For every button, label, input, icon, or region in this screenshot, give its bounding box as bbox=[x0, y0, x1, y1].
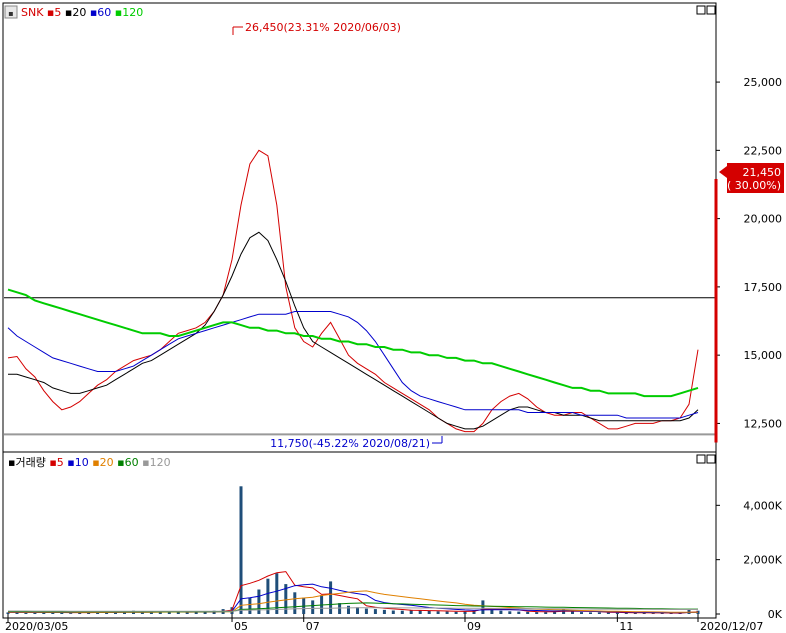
stock-chart-window: ▪ SNK ▪5 ▪20 ▪60 ▪120 ▪거래량 ▪5 ▪10 ▪20 ▪6… bbox=[0, 0, 786, 633]
volume-bar bbox=[347, 605, 350, 614]
volume-legend-text: ▪거래량 ▪5 ▪10 ▪20 ▪60 ▪120 bbox=[8, 456, 171, 469]
volume-y-tick-label: 4,000K bbox=[743, 499, 782, 512]
volume-bar bbox=[445, 611, 449, 614]
volume-bar bbox=[248, 597, 252, 614]
volume-bar bbox=[239, 486, 243, 614]
volume-panel-frame bbox=[2, 451, 717, 619]
volume-bar bbox=[60, 612, 64, 614]
volume-bar bbox=[490, 609, 494, 614]
volume-legend-item-60: ▪60 bbox=[117, 456, 142, 469]
volume-legend-item-5: ▪5 bbox=[49, 456, 67, 469]
legend-symbol: SNK bbox=[21, 6, 47, 19]
volume-y-tick-label: 2,000K bbox=[743, 554, 782, 567]
volume-bar bbox=[597, 612, 601, 614]
volume-bar bbox=[418, 610, 422, 614]
x-tick-label: 09 bbox=[467, 620, 481, 633]
price-y-tick-label: 25,000 bbox=[744, 76, 783, 89]
price-moving-averages bbox=[7, 149, 699, 433]
current-price-change: ( 30.00%) bbox=[727, 179, 781, 192]
current-price-value: 21,450 bbox=[743, 166, 782, 179]
volume-bars bbox=[6, 486, 700, 614]
price-y-tick-label: 17,500 bbox=[744, 281, 783, 294]
volume-legend-item-10: ▪10 bbox=[67, 456, 92, 469]
price-legend: ▪ SNK ▪5 ▪20 ▪60 ▪120 bbox=[4, 5, 143, 19]
volume-y-tick-label: 0K bbox=[768, 608, 783, 621]
volume-legend: ▪거래량 ▪5 ▪10 ▪20 ▪60 ▪120 bbox=[8, 456, 171, 469]
x-tick-label: 2020/12/07 bbox=[700, 620, 763, 633]
volume-bar bbox=[400, 610, 404, 614]
volume-bar bbox=[24, 612, 28, 614]
current-price-arrow-icon bbox=[719, 166, 727, 178]
price-y-tick-label: 20,000 bbox=[744, 213, 783, 226]
volume-legend-item-120: ▪120 bbox=[142, 456, 170, 469]
volume-bar bbox=[544, 612, 548, 614]
volume-bar bbox=[499, 610, 503, 614]
volume-bar bbox=[436, 611, 440, 614]
volume-bar bbox=[508, 611, 512, 614]
volume-bar bbox=[580, 612, 583, 614]
x-tick-label: 11 bbox=[619, 620, 633, 633]
reference-lines bbox=[4, 297, 716, 436]
price-ma-5-line bbox=[7, 149, 699, 433]
x-tick-label: 2020/03/05 bbox=[5, 620, 68, 633]
price-y-axis: 12,500 15,000 17,500 20,000 22,500 25,000 bbox=[714, 76, 783, 443]
high-annotation: 26,450(23.31% 2020/06/03) bbox=[232, 21, 401, 35]
volume-bar bbox=[535, 612, 539, 614]
volume-legend-label: ▪거래량 bbox=[8, 456, 49, 469]
current-price-tag: 21,450 ( 30.00%) bbox=[719, 163, 784, 193]
volume-maximize-icon[interactable] bbox=[696, 454, 706, 464]
volume-bar bbox=[185, 612, 189, 614]
volume-close-icon[interactable] bbox=[706, 454, 716, 464]
volume-bar bbox=[454, 611, 458, 614]
price-legend-text: SNK ▪5 ▪20 ▪60 ▪120 bbox=[21, 6, 143, 19]
volume-y-axis: 0K 2,000K 4,000K bbox=[716, 499, 783, 621]
volume-bar bbox=[427, 611, 431, 614]
x-tick-label: 07 bbox=[306, 620, 320, 633]
volume-bar bbox=[606, 612, 610, 614]
volume-bar bbox=[329, 581, 333, 614]
chart-canvas: ▪ SNK ▪5 ▪20 ▪60 ▪120 ▪거래량 ▪5 ▪10 ▪20 ▪6… bbox=[2, 2, 784, 633]
price-ma-60-line bbox=[7, 311, 699, 419]
volume-bar bbox=[338, 603, 342, 614]
legend-item-5: ▪5 bbox=[47, 6, 65, 19]
price-ma-120-line bbox=[7, 288, 699, 398]
volume-bar bbox=[526, 611, 530, 614]
price-panel-frame bbox=[2, 2, 717, 453]
volume-bar bbox=[481, 600, 485, 614]
price-y-tick-label: 15,000 bbox=[744, 349, 783, 362]
legend-item-120: ▪120 bbox=[115, 6, 143, 19]
volume-bar bbox=[517, 611, 521, 614]
volume-bar bbox=[69, 613, 73, 614]
price-ma-20-line bbox=[8, 231, 699, 430]
low-label: 11,750(-45.22% 2020/08/21) bbox=[270, 437, 430, 450]
volume-legend-item-20: ▪20 bbox=[92, 456, 117, 469]
x-tick-label: 05 bbox=[234, 620, 248, 633]
volume-bar bbox=[391, 610, 395, 614]
legend-item-20: ▪20 bbox=[65, 6, 90, 19]
volume-bar bbox=[571, 611, 574, 614]
volume-bar bbox=[176, 612, 180, 614]
low-annotation: 11,750(-45.22% 2020/08/21) bbox=[270, 436, 443, 450]
volume-panel-controls bbox=[696, 454, 716, 464]
price-panel-controls bbox=[696, 5, 716, 15]
volume-bar bbox=[373, 609, 377, 614]
price-y-tick-label: 22,500 bbox=[744, 144, 783, 157]
x-axis: 2020/03/05 05 07 09 11 2020/12/07 bbox=[5, 614, 763, 633]
high-label: 26,450(23.31% 2020/06/03) bbox=[245, 21, 401, 34]
volume-moving-averages bbox=[7, 571, 699, 614]
legend-badge-glyph: ▪ bbox=[8, 9, 13, 18]
volume-bar bbox=[311, 600, 315, 614]
close-icon[interactable] bbox=[706, 5, 716, 15]
price-y-tick-label: 12,500 bbox=[744, 417, 783, 430]
volume-bar bbox=[293, 592, 297, 614]
legend-item-60: ▪60 bbox=[90, 6, 115, 19]
volume-bar bbox=[382, 609, 386, 614]
volume-bar bbox=[589, 612, 592, 614]
volume-bar bbox=[364, 608, 368, 614]
maximize-icon[interactable] bbox=[696, 5, 706, 15]
